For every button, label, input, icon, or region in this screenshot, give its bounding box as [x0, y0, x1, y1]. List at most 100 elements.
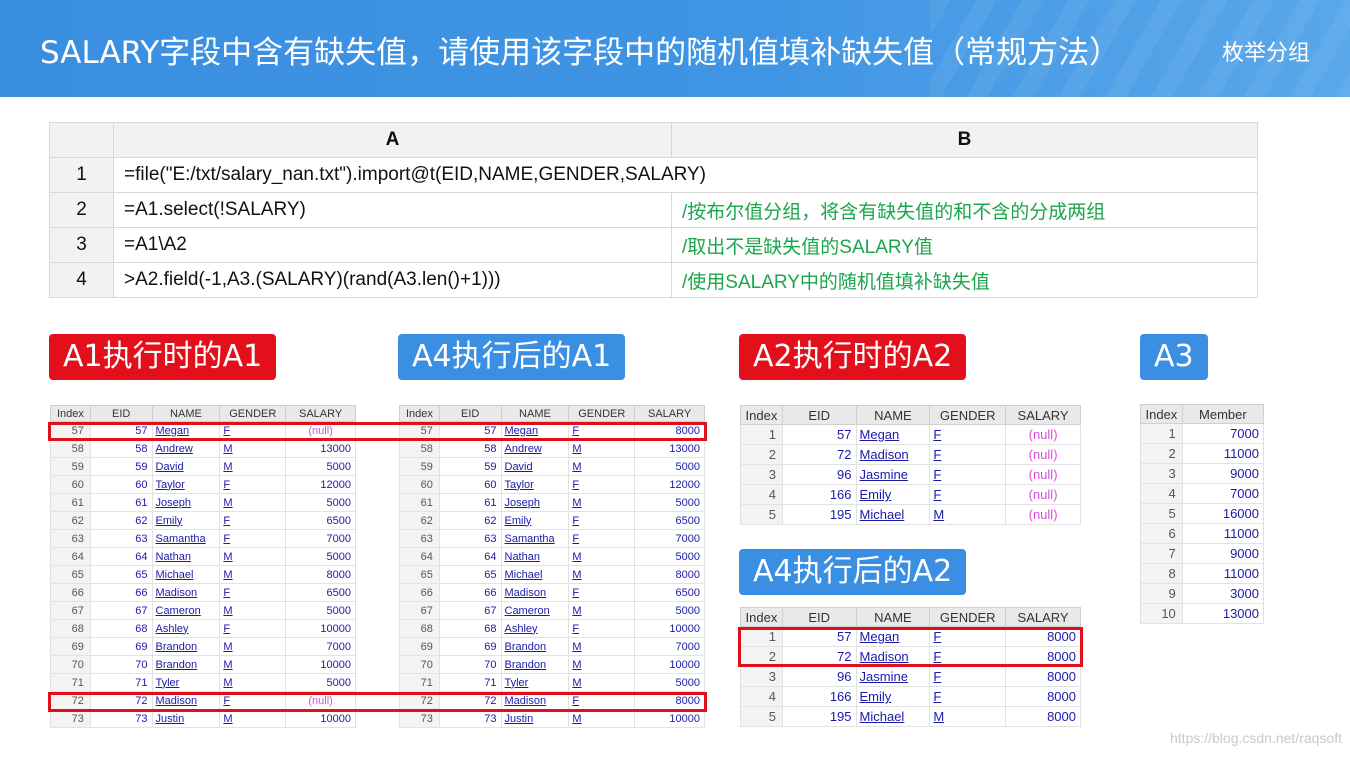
index-cell[interactable]: 7 — [1140, 543, 1183, 564]
salary-cell[interactable]: 10000 — [285, 619, 356, 638]
index-cell[interactable]: 59 — [50, 457, 91, 476]
index-cell[interactable]: 10 — [1140, 603, 1183, 624]
gender-cell[interactable]: F — [219, 529, 287, 548]
eid-cell[interactable]: 67 — [89, 601, 153, 620]
salary-cell[interactable]: 10000 — [634, 655, 705, 674]
index-cell[interactable]: 3 — [740, 464, 783, 485]
eid-cell[interactable]: 58 — [89, 439, 153, 458]
index-cell[interactable]: 68 — [50, 619, 91, 638]
index-cell[interactable]: 71 — [399, 673, 440, 692]
eid-cell[interactable]: 71 — [89, 673, 153, 692]
table-row[interactable]: 4 7000 — [1140, 483, 1265, 504]
name-cell[interactable]: Tyler — [500, 673, 570, 692]
column-header-b[interactable]: B — [671, 122, 1258, 158]
salary-cell[interactable]: 5000 — [634, 493, 705, 512]
header-gender[interactable]: GENDER — [219, 405, 287, 422]
salary-cell[interactable]: 7000 — [634, 637, 705, 656]
table-row[interactable]: 69 69 Brandon M 7000 — [399, 637, 705, 656]
code-cell-a3[interactable]: =A1\A2 — [113, 227, 672, 263]
gender-cell[interactable]: M — [929, 706, 1007, 727]
index-cell[interactable]: 9 — [1140, 583, 1183, 604]
eid-cell[interactable]: 62 — [438, 511, 502, 530]
index-cell[interactable]: 5 — [740, 504, 783, 525]
eid-cell[interactable]: 59 — [438, 457, 502, 476]
name-cell[interactable]: Nathan — [151, 547, 221, 566]
name-cell[interactable]: Madison — [855, 444, 931, 465]
index-cell[interactable]: 3 — [1140, 463, 1183, 484]
name-cell[interactable]: David — [151, 457, 221, 476]
salary-cell[interactable]: 12000 — [634, 475, 705, 494]
gender-cell[interactable]: M — [219, 439, 287, 458]
name-cell[interactable]: Michael — [855, 504, 931, 525]
salary-cell[interactable]: 7000 — [285, 637, 356, 656]
header-eid[interactable]: EID — [781, 607, 857, 627]
index-cell[interactable]: 63 — [399, 529, 440, 548]
salary-cell[interactable]: 5000 — [634, 601, 705, 620]
gender-cell[interactable]: F — [219, 619, 287, 638]
salary-cell[interactable]: 5000 — [634, 547, 705, 566]
index-cell[interactable]: 67 — [399, 601, 440, 620]
salary-cell[interactable]: 8000 — [285, 565, 356, 584]
index-cell[interactable]: 6 — [1140, 523, 1183, 544]
table-row[interactable]: 1 7000 — [1140, 423, 1265, 444]
header-eid[interactable]: EID — [438, 405, 502, 422]
column-header-a[interactable]: A — [113, 122, 672, 158]
name-cell[interactable]: Jasmine — [855, 666, 931, 687]
index-cell[interactable]: 61 — [50, 493, 91, 512]
gender-cell[interactable]: F — [929, 484, 1007, 505]
salary-cell[interactable]: 7000 — [634, 529, 705, 548]
eid-cell[interactable]: 64 — [438, 547, 502, 566]
index-cell[interactable]: 58 — [399, 439, 440, 458]
gender-cell[interactable]: M — [929, 504, 1007, 525]
index-cell[interactable]: 4 — [740, 686, 783, 707]
name-cell[interactable]: Michael — [855, 706, 931, 727]
header-salary[interactable]: SALARY — [285, 405, 356, 422]
index-cell[interactable]: 2 — [1140, 443, 1183, 464]
salary-cell[interactable]: 5000 — [285, 601, 356, 620]
eid-cell[interactable]: 61 — [438, 493, 502, 512]
member-cell[interactable]: 9000 — [1181, 463, 1265, 484]
name-cell[interactable]: Andrew — [151, 439, 221, 458]
name-cell[interactable]: Brandon — [500, 655, 570, 674]
table-row[interactable]: 5 16000 — [1140, 503, 1265, 524]
table-row[interactable]: 10 13000 — [1140, 603, 1265, 624]
name-cell[interactable]: Cameron — [151, 601, 221, 620]
eid-cell[interactable]: 63 — [438, 529, 502, 548]
salary-cell[interactable]: 10000 — [285, 709, 356, 728]
header-name[interactable]: NAME — [855, 607, 931, 627]
name-cell[interactable]: Samantha — [151, 529, 221, 548]
eid-cell[interactable]: 66 — [89, 583, 153, 602]
gender-cell[interactable]: F — [929, 444, 1007, 465]
eid-cell[interactable]: 69 — [438, 637, 502, 656]
gender-cell[interactable]: M — [568, 565, 636, 584]
salary-cell[interactable]: (null) — [1005, 484, 1081, 505]
salary-cell[interactable]: 6500 — [285, 583, 356, 602]
header-eid[interactable]: EID — [89, 405, 153, 422]
eid-cell[interactable]: 166 — [781, 686, 857, 707]
salary-cell[interactable]: 6500 — [634, 583, 705, 602]
index-cell[interactable]: 69 — [50, 637, 91, 656]
table-row[interactable]: 65 65 Michael M 8000 — [399, 565, 705, 584]
salary-cell[interactable]: 5000 — [634, 457, 705, 476]
row-number[interactable]: 3 — [49, 227, 114, 263]
code-cell-a1[interactable]: =file("E:/txt/salary_nan.txt").import@t(… — [113, 157, 1258, 193]
index-cell[interactable]: 3 — [740, 666, 783, 687]
eid-cell[interactable]: 65 — [438, 565, 502, 584]
index-cell[interactable]: 58 — [50, 439, 91, 458]
header-gender[interactable]: GENDER — [568, 405, 636, 422]
index-cell[interactable]: 65 — [399, 565, 440, 584]
eid-cell[interactable]: 96 — [781, 666, 857, 687]
salary-cell[interactable]: 5000 — [285, 547, 356, 566]
row-number[interactable]: 2 — [49, 192, 114, 228]
salary-cell[interactable]: 8000 — [1005, 666, 1081, 687]
eid-cell[interactable]: 195 — [781, 504, 857, 525]
name-cell[interactable]: Nathan — [500, 547, 570, 566]
index-cell[interactable]: 60 — [50, 475, 91, 494]
table-row[interactable]: 70 70 Brandon M 10000 — [50, 655, 356, 674]
name-cell[interactable]: Tyler — [151, 673, 221, 692]
gender-cell[interactable]: M — [568, 457, 636, 476]
name-cell[interactable]: Cameron — [500, 601, 570, 620]
index-cell[interactable]: 8 — [1140, 563, 1183, 584]
name-cell[interactable]: Justin — [151, 709, 221, 728]
salary-cell[interactable]: (null) — [1005, 464, 1081, 485]
